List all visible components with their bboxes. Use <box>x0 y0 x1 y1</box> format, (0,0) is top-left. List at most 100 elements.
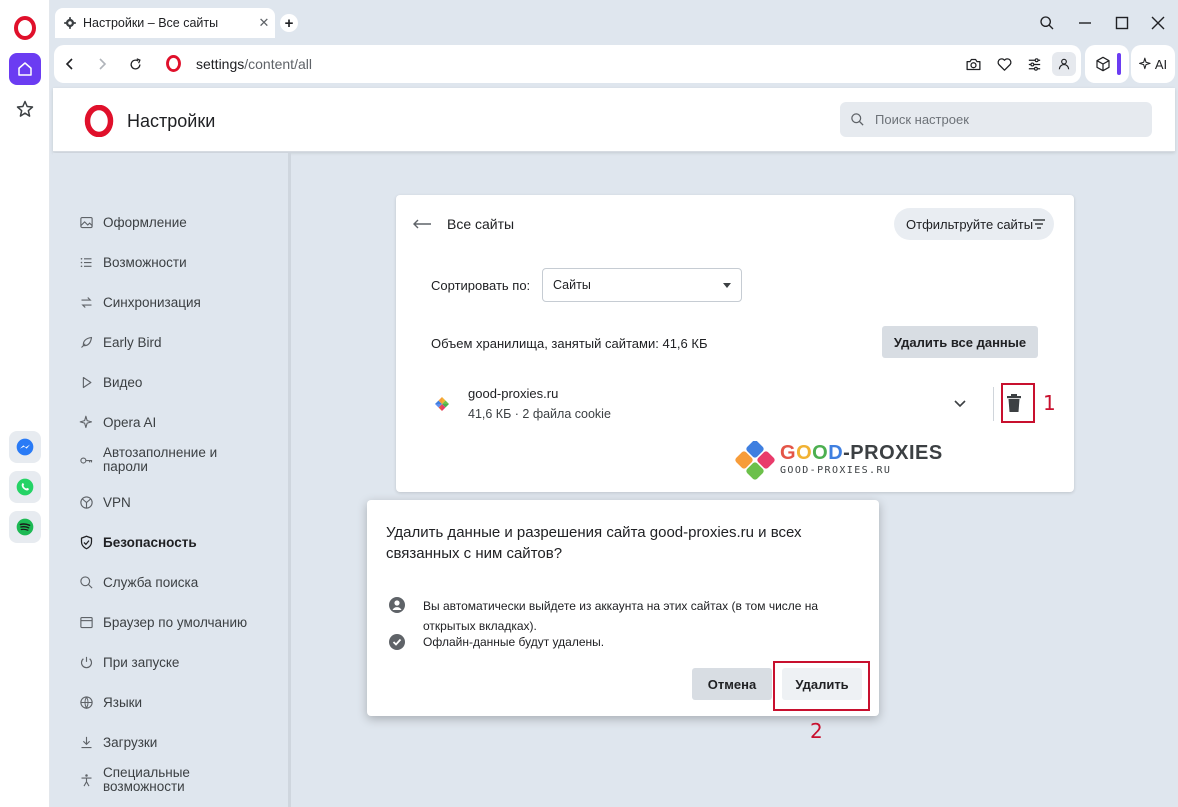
whatsapp-icon <box>16 478 34 496</box>
sync-icon <box>80 296 92 308</box>
site-favicon-icon <box>435 397 449 411</box>
back-button[interactable] <box>60 54 80 74</box>
extensions-button[interactable] <box>1085 45 1129 83</box>
chevron-left-icon <box>65 58 73 70</box>
nav-item-early-bird[interactable]: Early Bird <box>77 333 162 351</box>
nav-item-accessibility[interactable]: Специальные возможности <box>77 766 243 794</box>
watermark-letter: O <box>796 442 813 464</box>
watermark-letter: G <box>780 442 797 464</box>
nav-item-autofill[interactable]: Автозаполнение и пароли <box>77 446 243 474</box>
search-input[interactable]: Поиск настроек <box>840 102 1152 137</box>
sort-select[interactable]: Сайты <box>542 268 742 302</box>
delete-all-data-button[interactable]: Удалить все данные <box>882 326 1038 358</box>
gear-icon <box>64 17 76 29</box>
nav-item-sync[interactable]: Синхронизация <box>77 293 201 311</box>
nav-item-appearance[interactable]: Оформление <box>77 213 187 231</box>
play-icon <box>82 376 91 388</box>
user-icon <box>1058 58 1070 70</box>
nav-item-video[interactable]: Видео <box>77 373 142 391</box>
highlight-box-delete <box>773 661 870 711</box>
reload-button[interactable] <box>125 54 145 74</box>
search-tabs-icon[interactable] <box>1036 12 1058 34</box>
easy-setup-icon[interactable] <box>1024 54 1044 74</box>
ai-button[interactable]: AI <box>1131 45 1175 83</box>
heart-icon[interactable] <box>994 54 1014 74</box>
sort-value: Сайты <box>553 278 591 292</box>
tab-settings[interactable]: Настройки – Все сайты ✕ <box>55 8 275 38</box>
profile-button[interactable] <box>1052 52 1076 76</box>
opera-logo-icon[interactable] <box>13 16 37 40</box>
home-icon <box>18 62 32 76</box>
bird-icon <box>80 336 92 348</box>
nav-item-vpn[interactable]: VPN <box>77 493 131 511</box>
back-arrow-icon[interactable] <box>412 217 432 231</box>
step-number-1: 1 <box>1043 391 1056 415</box>
delete-confirm-dialog: Удалить данные и разрешения сайта good-p… <box>367 500 879 716</box>
close-window-icon[interactable] <box>1147 12 1169 34</box>
spotify-button[interactable] <box>9 511 41 543</box>
watermark-letter: O <box>812 442 829 464</box>
messenger-button[interactable] <box>9 431 41 463</box>
browser-icon <box>79 616 93 628</box>
chevron-down-icon[interactable] <box>952 395 968 411</box>
nav-item-on-startup[interactable]: При запуске <box>77 653 179 671</box>
step-number-2: 2 <box>810 719 823 743</box>
close-tab-icon[interactable]: ✕ <box>253 15 275 31</box>
nav-item-search-engine[interactable]: Служба поиска <box>77 573 198 591</box>
nav-item-languages[interactable]: Языки <box>77 693 142 711</box>
messenger-icon <box>16 438 34 456</box>
address-bar: settings/content/all <box>54 45 1081 83</box>
site-meta: 41,6 КБ · 2 файла cookie <box>468 407 611 421</box>
star-icon[interactable] <box>15 99 35 119</box>
cancel-button[interactable]: Отмена <box>692 668 772 700</box>
home-button[interactable] <box>9 53 41 85</box>
nav-item-security[interactable]: Безопасность <box>77 533 197 551</box>
opera-sidebar <box>0 0 50 807</box>
search-icon <box>79 575 93 589</box>
watermark-url: GOOD-PROXIES.RU <box>780 465 892 476</box>
whatsapp-button[interactable] <box>9 471 41 503</box>
camera-icon[interactable] <box>963 54 983 74</box>
dialog-offline-text: Офлайн-данные будут удалены. <box>423 635 605 649</box>
nav-label: Браузер по умолчанию <box>103 614 248 630</box>
url-field[interactable]: settings/content/all <box>196 56 312 72</box>
nav-label: VPN <box>103 494 131 510</box>
minimize-icon[interactable] <box>1074 12 1096 34</box>
nav-item-downloads[interactable]: Загрузки <box>77 733 157 751</box>
chevron-right-icon <box>99 58 107 70</box>
filter-icon <box>1033 219 1045 229</box>
reload-icon <box>130 57 141 70</box>
vpn-icon <box>79 495 93 509</box>
account-icon <box>389 597 405 613</box>
nav-label: При запуске <box>103 654 180 670</box>
key-icon <box>79 456 92 464</box>
cube-icon <box>1096 56 1110 72</box>
url-path: /content/all <box>244 56 312 72</box>
nav-item-default-browser[interactable]: Браузер по умолчанию <box>77 613 247 631</box>
site-name: good-proxies.ru <box>468 386 559 401</box>
globe-icon <box>79 695 93 709</box>
spotify-icon <box>16 518 34 536</box>
tab-strip: Настройки – Все сайты ✕ + <box>50 0 1178 44</box>
all-sites-title: Все сайты <box>447 216 515 232</box>
forward-button[interactable] <box>92 54 112 74</box>
watermark-letter: D <box>828 442 844 464</box>
divider <box>993 387 994 421</box>
nav-item-opera-ai[interactable]: Opera AI <box>77 413 156 431</box>
filter-sites-input[interactable]: Отфильтруйте сайты <box>894 208 1054 240</box>
dialog-title: Удалить данные и разрешения сайта good-p… <box>386 524 802 562</box>
nav-label: Автозаполнение и пароли <box>103 445 218 474</box>
opera-logo-icon <box>166 55 181 72</box>
nav-label: Загрузки <box>103 734 158 750</box>
nav-item-features[interactable]: Возможности <box>77 253 187 271</box>
nav-label: Безопасность <box>103 534 197 550</box>
maximize-icon[interactable] <box>1111 12 1133 34</box>
settings-header: Настройки Поиск настроек <box>53 88 1175 152</box>
page-title: Настройки <box>127 111 216 131</box>
new-tab-button[interactable]: + <box>280 14 298 32</box>
settings-page: Настройки Поиск настроек Оформление Возм… <box>53 88 1175 807</box>
dialog-logout-text: Вы автоматически выйдете из аккаунта на … <box>423 599 819 633</box>
caret-down-icon <box>723 283 731 288</box>
nav-label: Синхронизация <box>103 294 201 310</box>
storage-usage-text: Объем хранилища, занятый сайтами: 41,6 К… <box>431 336 708 351</box>
